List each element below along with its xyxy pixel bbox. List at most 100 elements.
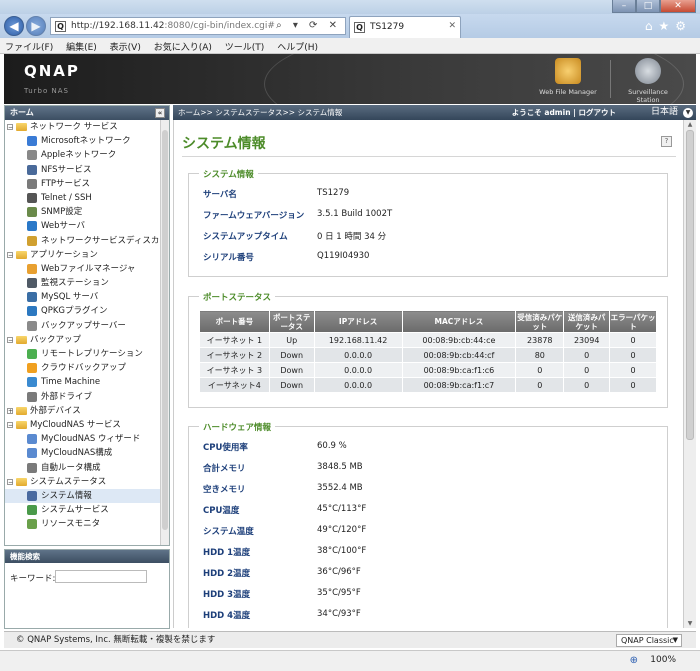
sidebar-group[interactable]: − バックアップ [5,333,169,347]
scroll-up-icon[interactable]: ▲ [686,121,694,128]
sidebar-item-label: システムサービス [41,505,109,516]
sidebar: ホーム « − ネットワーク サービス Microsoftネットワーク Appleネッ… [4,105,170,546]
sidebar-item[interactable]: QPKGプラグイン [5,304,169,318]
address-controls[interactable]: ⌕ ▾ ⟳ ✕ [276,20,341,31]
collapse-sidebar-button[interactable]: « [155,108,165,118]
browser-tab[interactable]: Q TS1279 ✕ [349,16,461,38]
sidebar-item[interactable]: クラウドバックアップ [5,361,169,375]
sidebar-item-label: Telnet / SSH [41,192,92,203]
language-selector[interactable]: 日本語 [651,105,678,120]
sidebar-item[interactable]: バックアップサーバー [5,319,169,333]
forward-button[interactable]: ▶ [26,16,46,36]
sidebar-group[interactable]: − アプリケーション [5,248,169,262]
sidebar-group[interactable]: − システムステータス [5,475,169,489]
sidebar-item[interactable]: MyCloudNAS構成 [5,446,169,460]
close-window-button[interactable]: ✕ [660,0,696,13]
content-scroll-thumb[interactable] [686,130,694,440]
menu-help[interactable]: ヘルプ(H) [272,38,323,55]
err-cell: 0 [609,347,657,363]
url-text: http://192.168.11.42:8080/cgi-bin/index.… [71,21,275,31]
collapse-toggle-icon[interactable]: − [7,336,13,343]
sidebar-scrollbar[interactable] [160,120,169,545]
err-cell: 0 [609,332,657,348]
sidebar-item[interactable]: MyCloudNAS ウィザード [5,432,169,446]
sidebar-item[interactable]: リモートレプリケーション [5,347,169,361]
content-scrollbar[interactable]: ▲ ▼ [683,120,696,628]
sidebar-item[interactable]: システム情報 [5,488,169,504]
table-row: イーサネット 2 Down 0.0.0.0 00:08:9b:cb:44:cf … [199,347,657,363]
sidebar-item-label: Webサーバ [41,221,85,232]
sidebar-item-label: リソースモニタ [41,519,101,530]
hardware-label: HDD 4温度 [203,611,251,621]
surveillance-station-button[interactable]: Surveillance Station [616,58,680,104]
home-icon[interactable]: ⌂ [645,19,659,33]
address-input[interactable]: Q http://192.168.11.42:8080/cgi-bin/inde… [50,17,346,35]
chevron-down-icon[interactable]: ▼ [683,108,693,118]
sidebar-item-label: 自動ルータ構成 [41,462,101,473]
sidebar-item-label: リモートレプリケーション [41,349,143,359]
sidebar-item[interactable]: NFSサービス [5,163,169,177]
sidebar-item[interactable]: リソースモニタ [5,517,169,531]
collapse-toggle-icon[interactable]: − [7,478,13,485]
collapse-toggle-icon[interactable]: − [7,251,13,258]
zoom-level[interactable]: 100% [650,655,676,665]
sidebar-item[interactable]: ネットワークサービスディスカバリ [5,234,169,248]
sidebar-item[interactable]: SNMP設定 [5,205,169,219]
err-cell: 0 [609,362,657,378]
sidebar-item[interactable]: 外部ドライブ [5,390,169,404]
web-file-manager-button[interactable]: Web File Manager [536,58,600,102]
sidebar-item[interactable]: Microsoftネットワーク [5,134,169,148]
zoom-icon[interactable]: ⊕ [630,655,638,666]
web-file-manager-icon [555,58,581,84]
address-bar-row: ◀ ▶ Q http://192.168.11.42:8080/cgi-bin/… [0,14,700,38]
expand-toggle-icon[interactable]: + [7,407,13,414]
sidebar-item[interactable]: 自動ルータ構成 [5,461,169,475]
sidebar-item[interactable]: Appleネットワーク [5,148,169,162]
sidebar-item[interactable]: Webファイルマネージャ [5,262,169,276]
tab-close-icon[interactable]: ✕ [448,21,456,31]
collapse-toggle-icon[interactable]: − [7,421,13,428]
sidebar-item-icon [27,391,37,402]
back-button[interactable]: ◀ [4,16,24,36]
sidebar-item[interactable]: システムサービス [5,503,169,517]
menu-file[interactable]: ファイル(F) [0,38,58,55]
maximize-button[interactable]: □ [636,0,660,13]
sidebar-item[interactable]: Webサーバ [5,219,169,233]
hardware-value: 3552.4 MB [317,483,363,493]
sidebar-group[interactable]: − ネットワーク サービス [5,120,169,134]
sidebar-item[interactable]: 監視ステーション [5,276,169,290]
folder-icon [16,123,27,131]
gear-icon[interactable]: ⚙ [675,19,692,33]
ip-cell: 0.0.0.0 [313,377,403,393]
menu-edit[interactable]: 編集(E) [61,38,102,55]
hardware-value: 34°C/93°F [317,609,361,619]
star-icon[interactable]: ★ [658,19,675,33]
port-cell: イーサネット 2 [199,347,270,363]
help-icon[interactable]: ? [661,136,672,147]
sidebar-item[interactable]: FTPサービス [5,177,169,191]
scroll-down-icon[interactable]: ▼ [686,620,694,627]
system-info-section: システム情報 サーバ名 TS1279 ファームウェアバージョン 3.5.1 Buil… [188,168,668,277]
browser-toolbar-icons: ⌂★⚙ [645,19,692,33]
sidebar-item-label: MySQL サーバ [41,292,99,303]
menu-view[interactable]: 表示(V) [105,38,146,55]
keyword-input[interactable] [55,570,147,583]
theme-select[interactable]: QNAP Classic ▼ [616,634,682,647]
sidebar-group[interactable]: + 外部デバイス [5,404,169,418]
hardware-value: 3848.5 MB [317,462,363,472]
sidebar-item[interactable]: Telnet / SSH [5,191,169,205]
table-row: イーサネット4 Down 0.0.0.0 00:08:9b:ca:f1:c7 0… [199,377,657,393]
sidebar-item[interactable]: MySQL サーバ [5,290,169,304]
tx-cell: 0 [563,362,611,378]
sidebar-item[interactable]: Time Machine [5,375,169,389]
collapse-toggle-icon[interactable]: − [7,124,13,131]
sidebar-group[interactable]: − MyCloudNAS サービス [5,418,169,432]
sidebar-scroll-thumb[interactable] [162,130,168,530]
welcome-logout[interactable]: ようこそ admin | ログアウト [512,105,616,120]
menu-tools[interactable]: ツール(T) [220,38,270,55]
menu-favorites[interactable]: お気に入り(A) [149,38,217,55]
hardware-label: 合計メモリ [203,464,246,474]
mac-cell: 00:08:9b:ca:f1:c6 [401,362,517,378]
folder-icon [16,406,27,415]
minimize-button[interactable]: – [612,0,636,13]
